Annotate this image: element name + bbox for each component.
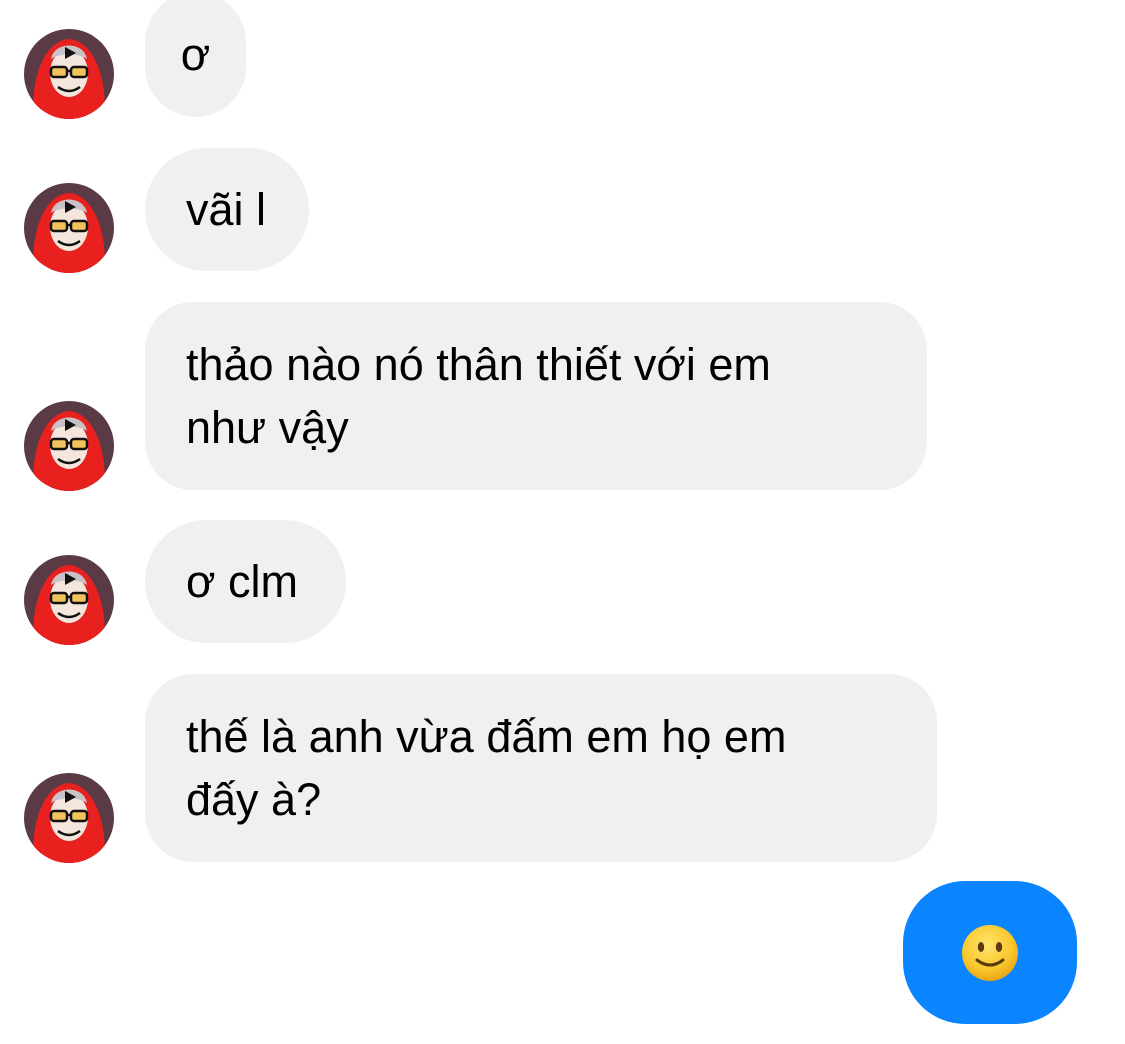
contact-avatar[interactable] bbox=[24, 29, 114, 119]
message-text: thảo nào nó thân thiết với em như vậy bbox=[186, 339, 771, 453]
avatar-image bbox=[24, 183, 114, 273]
message-text: ơ bbox=[180, 29, 211, 80]
avatar-image bbox=[24, 401, 114, 491]
contact-avatar[interactable] bbox=[24, 773, 114, 863]
message-text: thế là anh vừa đấm em họ em đấy à? bbox=[186, 711, 787, 825]
message-bubble[interactable]: thế là anh vừa đấm em họ em đấy à? bbox=[145, 674, 937, 862]
slightly-smiling-face-icon bbox=[962, 924, 1018, 981]
avatar-image bbox=[24, 29, 114, 119]
contact-avatar[interactable] bbox=[24, 401, 114, 491]
message-bubble[interactable]: ơ bbox=[145, 0, 246, 117]
message-bubble[interactable]: vãi l bbox=[145, 148, 309, 271]
message-bubble[interactable]: ơ clm bbox=[145, 520, 346, 643]
avatar-image bbox=[24, 555, 114, 645]
message-text: vãi l bbox=[186, 184, 267, 235]
contact-avatar[interactable] bbox=[24, 183, 114, 273]
message-bubble[interactable]: thảo nào nó thân thiết với em như vậy bbox=[145, 302, 927, 490]
message-text: ơ clm bbox=[186, 556, 298, 607]
avatar-image bbox=[24, 773, 114, 863]
contact-avatar[interactable] bbox=[24, 555, 114, 645]
sent-message-bubble[interactable] bbox=[903, 881, 1077, 1024]
